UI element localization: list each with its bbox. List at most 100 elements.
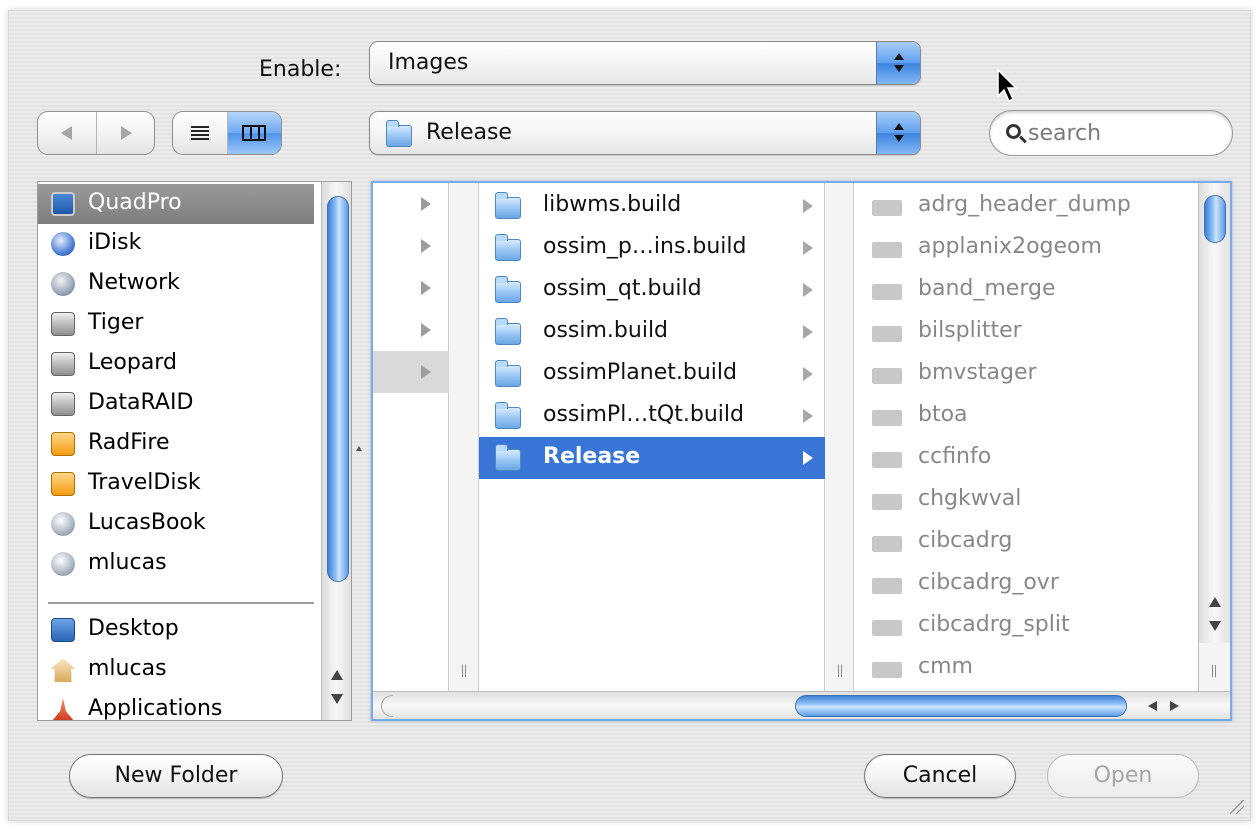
enable-popup[interactable]: Images	[369, 41, 921, 85]
sidebar-item-traveldisk[interactable]: TravelDisk	[38, 464, 314, 504]
scroll-down-arrow-icon[interactable]	[1209, 621, 1221, 631]
list-item-selected[interactable]: Release	[479, 437, 825, 479]
list-item[interactable]: ossim.build	[479, 311, 825, 353]
forward-button[interactable]	[97, 112, 155, 154]
sidebar-item-desktop[interactable]: Desktop	[38, 610, 314, 650]
sidebar-item-mlucas-shared[interactable]: mlucas	[38, 544, 314, 584]
sidebar-scroll-thumb[interactable]	[327, 196, 349, 582]
sidebar-item-network[interactable]: Network	[38, 264, 314, 304]
file-icon	[872, 620, 902, 636]
list-item[interactable]: cibcadrg	[854, 521, 1198, 563]
scroll-up-arrow-icon[interactable]	[1209, 597, 1221, 607]
list-item[interactable]: cibcadrg_ovr	[854, 563, 1198, 605]
sidebar-item-label: TravelDisk	[88, 470, 201, 495]
sidebar-item-lucasbook[interactable]: LucasBook	[38, 504, 314, 544]
list-item-label: cibcadrg_ovr	[918, 570, 1059, 595]
idisk-icon	[51, 232, 75, 256]
sidebar-item-radfire[interactable]: RadFire	[38, 424, 314, 464]
column-resize-gutter[interactable]	[825, 183, 854, 691]
file-icon	[872, 662, 902, 678]
search-field[interactable]: search	[989, 110, 1233, 156]
disclosure-arrow-icon	[803, 325, 813, 339]
list-item[interactable]: bmvstager	[854, 353, 1198, 395]
file-icon	[872, 368, 902, 384]
new-folder-button[interactable]: New Folder	[69, 754, 283, 798]
list-view-button[interactable]	[173, 112, 228, 154]
list-item[interactable]: ossimPl…tQt.build	[479, 395, 825, 437]
open-button[interactable]: Open	[1047, 754, 1199, 798]
list-item[interactable]: chgkwval	[854, 479, 1198, 521]
scroll-down-arrow-icon[interactable]	[331, 694, 343, 704]
network-icon	[51, 272, 75, 296]
list-item-label: ossim.build	[543, 318, 669, 343]
browser-horizontal-scrollbar[interactable]	[373, 691, 1230, 719]
sidebar-item-applications[interactable]: Applications	[38, 690, 314, 720]
list-item-label: ossim_p…ins.build	[543, 234, 747, 259]
list-item[interactable]: applanix2ogeom	[854, 227, 1198, 269]
files-column-scroll-thumb[interactable]	[1204, 195, 1226, 243]
list-item[interactable]: cibcadrg_split	[854, 605, 1198, 647]
list-item[interactable]: adrg_header_dump	[854, 185, 1198, 227]
popup-arrows-icon	[876, 42, 920, 84]
column-resize-gutter[interactable]	[1198, 643, 1230, 691]
list-item[interactable]	[373, 267, 449, 309]
cancel-button[interactable]: Cancel	[864, 754, 1016, 798]
file-icon	[872, 200, 902, 216]
column-view-button[interactable]	[227, 112, 281, 154]
hard-disk-icon	[51, 352, 75, 376]
list-item[interactable]	[373, 225, 449, 267]
sidebar-item-home[interactable]: mlucas	[38, 650, 314, 690]
location-popup[interactable]: Release	[369, 111, 921, 155]
list-item-label: adrg_header_dump	[918, 192, 1131, 217]
list-item[interactable]: cmm	[854, 647, 1198, 689]
list-item[interactable]: ossim_qt.build	[479, 269, 825, 311]
sidebar-item-dataraid[interactable]: DataRAID	[38, 384, 314, 424]
sidebar-item-idisk[interactable]: iDisk	[38, 224, 314, 264]
browser-column-parent	[373, 183, 449, 691]
applications-icon	[51, 698, 75, 720]
desktop-icon	[51, 618, 75, 642]
back-button[interactable]	[38, 112, 97, 154]
enable-label: Enable:	[259, 57, 342, 82]
location-popup-value: Release	[426, 120, 512, 145]
scroll-track-cap	[381, 695, 393, 717]
resize-grip-icon	[1212, 665, 1216, 677]
file-icon	[872, 410, 902, 426]
list-item[interactable]: ccfinfo	[854, 437, 1198, 479]
files-column-scrollbar[interactable]	[1198, 183, 1230, 603]
sidebar-item-tiger[interactable]: Tiger	[38, 304, 314, 344]
sidebar-resize-handle[interactable]	[356, 446, 362, 451]
file-icon	[872, 578, 902, 594]
list-item[interactable]	[373, 351, 449, 393]
column-resize-gutter[interactable]	[449, 183, 479, 691]
scroll-left-arrow-icon[interactable]	[1148, 701, 1157, 711]
list-item-label: libwms.build	[543, 192, 682, 217]
list-item[interactable]: bilsplitter	[854, 311, 1198, 353]
list-item[interactable]	[373, 309, 449, 351]
list-item[interactable]: ossim_p…ins.build	[479, 227, 825, 269]
list-item[interactable]: band_merge	[854, 269, 1198, 311]
list-item[interactable]: btoa	[854, 395, 1198, 437]
sidebar-divider	[48, 602, 314, 604]
hard-disk-icon	[51, 392, 75, 416]
sidebar-item-quadpro[interactable]: QuadPro	[38, 184, 314, 224]
file-icon	[872, 242, 902, 258]
sidebar-item-leopard[interactable]: Leopard	[38, 344, 314, 384]
scroll-right-arrow-icon[interactable]	[1170, 701, 1179, 711]
sidebar-scrollbar[interactable]	[321, 182, 351, 720]
file-icon	[872, 536, 902, 552]
scroll-up-arrow-icon[interactable]	[331, 670, 343, 680]
list-item[interactable]: libwms.build	[479, 185, 825, 227]
list-item-label: ossimPlanet.build	[543, 360, 737, 385]
resize-grip-icon	[462, 665, 466, 677]
browser-horizontal-scroll-thumb[interactable]	[795, 695, 1127, 717]
window-resize-grip[interactable]	[1230, 800, 1244, 814]
shared-computer-icon	[51, 552, 75, 576]
column-browser: libwms.build ossim_p…ins.build ossim_qt.…	[371, 181, 1232, 721]
list-item-label: cibcadrg	[918, 528, 1013, 553]
list-item[interactable]: ossimPlanet.build	[479, 353, 825, 395]
browser-column-files: adrg_header_dump applanix2ogeom band_mer…	[854, 183, 1198, 691]
folder-icon	[495, 234, 521, 261]
list-item-label: chgkwval	[918, 486, 1022, 511]
list-item[interactable]	[373, 183, 449, 225]
